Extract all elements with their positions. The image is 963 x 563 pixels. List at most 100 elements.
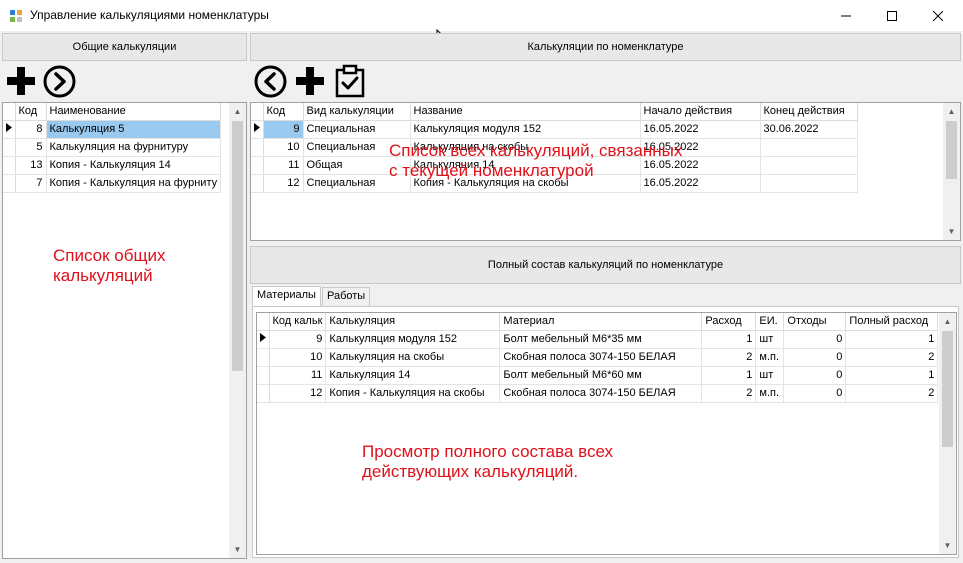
title-bar[interactable]: Управление калькуляциями номенклатуры [0,0,963,31]
row-header [3,156,16,175]
cell[interactable]: 1 [701,330,757,349]
column-header[interactable]: Код кальк [269,313,327,331]
cell[interactable]: Калькуляция на фурнитуру [46,138,222,157]
column-header[interactable]: Конец действия [760,103,858,121]
column-header[interactable]: Начало действия [640,103,761,121]
cell[interactable]: Копия - Калькуляция на фурниту [46,174,222,193]
cell[interactable]: 1 [845,366,939,385]
scroll-down-icon[interactable]: ▼ [943,223,960,240]
table-row[interactable]: 10 Калькуляция на скобы Скобная полоса 3… [257,348,939,367]
cell[interactable]: 10 [269,348,327,367]
cell[interactable]: 0 [783,366,847,385]
cell[interactable]: 1 [701,366,757,385]
cell[interactable]: 0 [783,384,847,403]
vertical-scrollbar[interactable]: ▲ ▼ [939,313,956,554]
cell[interactable]: 11 [263,156,304,175]
table-row[interactable]: 8 Калькуляция 5 [3,120,222,139]
cell[interactable]: 12 [263,174,304,193]
vertical-scrollbar[interactable]: ▲ ▼ [943,103,960,240]
cell[interactable]: 0 [783,330,847,349]
table-row[interactable]: 11 Калькуляция 14 Болт мебельный М6*60 м… [257,366,939,385]
table-row[interactable]: 7 Копия - Калькуляция на фурниту [3,174,222,193]
cell[interactable]: 12 [269,384,327,403]
scroll-up-icon[interactable]: ▲ [939,313,956,330]
cell[interactable] [760,156,858,175]
column-header[interactable]: Калькуляция [325,313,501,331]
cell[interactable]: Скобная полоса 3074-150 БЕЛАЯ [499,384,703,403]
composition-grid[interactable]: Код кальк Калькуляция Материал Расход ЕИ… [256,312,957,555]
tab-materials[interactable]: Материалы [252,286,321,307]
cell[interactable]: 2 [701,348,757,367]
scroll-down-icon[interactable]: ▼ [939,537,956,554]
cell[interactable]: 0 [783,348,847,367]
cell[interactable]: Скобная полоса 3074-150 БЕЛАЯ [499,348,703,367]
table-row[interactable]: 9 Калькуляция модуля 152 Болт мебельный … [257,330,939,349]
cell[interactable]: 9 [263,120,304,139]
close-button[interactable] [915,0,961,31]
column-header[interactable]: Код [263,103,304,121]
cell[interactable] [760,174,858,193]
cell[interactable]: 7 [15,174,47,193]
add-icon[interactable] [5,65,37,97]
vertical-scrollbar[interactable]: ▲ ▼ [229,103,246,558]
table-row[interactable]: 9 Специальная Калькуляция модуля 152 16.… [251,120,858,139]
cell[interactable]: Специальная [303,120,411,139]
arrow-right-circle-icon[interactable] [43,65,76,98]
cell[interactable]: Болт мебельный М6*60 мм [499,366,703,385]
cell[interactable]: Калькуляция модуля 152 [325,330,501,349]
add-icon[interactable] [294,65,326,97]
cell[interactable]: 5 [15,138,47,157]
cell[interactable]: м.п. [755,348,785,367]
table-row[interactable]: 12 Копия - Калькуляция на скобы Скобная … [257,384,939,403]
cell[interactable] [760,138,858,157]
cell[interactable]: Калькуляция на скобы [325,348,501,367]
cell[interactable]: 16.05.2022 [640,120,761,139]
cell[interactable]: Калькуляция 5 [46,120,222,139]
cell[interactable]: 8 [15,120,47,139]
cell[interactable]: шт [755,366,785,385]
column-header[interactable]: Наименование [46,103,222,121]
cell[interactable]: Калькуляция модуля 152 [410,120,641,139]
column-header[interactable]: Вид калькуляции [303,103,411,121]
scrollbar-thumb[interactable] [232,121,243,371]
table-row[interactable]: 5 Калькуляция на фурнитуру [3,138,222,157]
cell[interactable]: Болт мебельный М6*35 мм [499,330,703,349]
column-header[interactable]: Полный расход [845,313,939,331]
minimize-button[interactable] [823,0,869,31]
general-calculations-grid[interactable]: Код Наименование 8 Калькуляция 5 5 Кальк… [2,102,247,559]
column-header[interactable]: Название [410,103,641,121]
scrollbar-thumb[interactable] [946,121,957,179]
scrollbar-thumb[interactable] [942,331,953,447]
row-header [251,138,264,157]
column-header[interactable]: Отходы [783,313,847,331]
table-row[interactable]: 13 Копия - Калькуляция 14 [3,156,222,175]
scroll-up-icon[interactable]: ▲ [229,103,246,120]
cell[interactable]: Копия - Калькуляция 14 [46,156,222,175]
cell[interactable]: 2 [845,348,939,367]
cell[interactable]: Копия - Калькуляция на скобы [325,384,501,403]
cell[interactable]: 2 [701,384,757,403]
scroll-down-icon[interactable]: ▼ [229,541,246,558]
arrow-left-circle-icon[interactable] [254,65,287,98]
app-icon [10,10,22,22]
column-header[interactable]: ЕИ. [755,313,785,331]
cell[interactable]: 11 [269,366,327,385]
maximize-icon [887,10,897,21]
cell[interactable]: 10 [263,138,304,157]
column-header[interactable]: Расход [701,313,757,331]
clipboard-check-icon[interactable] [334,64,366,98]
cell[interactable]: м.п. [755,384,785,403]
scroll-up-icon[interactable]: ▲ [943,103,960,120]
cell[interactable]: 30.06.2022 [760,120,858,139]
cell[interactable]: шт [755,330,785,349]
tab-works[interactable]: Работы [322,287,370,307]
cell[interactable]: 9 [269,330,327,349]
column-header[interactable]: Код [15,103,47,121]
maximize-button[interactable] [869,0,915,31]
cell[interactable]: 1 [845,330,939,349]
left-panel-title: Общие калькуляции [72,41,177,53]
cell[interactable]: 2 [845,384,939,403]
cell[interactable]: Калькуляция 14 [325,366,501,385]
column-header[interactable]: Материал [499,313,703,331]
cell[interactable]: 13 [15,156,47,175]
